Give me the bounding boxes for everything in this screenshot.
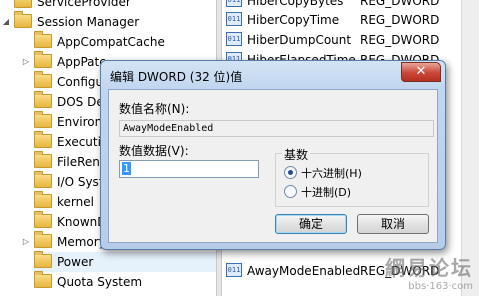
watermark-url: bbs·163·com: [408, 281, 473, 292]
value-name: HiberCopyTime: [247, 13, 340, 27]
tree-expander-icon[interactable]: ◢: [2, 12, 10, 32]
site-watermark: 網易论坛 bbs·163·com: [363, 252, 473, 294]
dword-value-icon: 011: [226, 12, 242, 26]
dword-value-icon: 011: [226, 263, 242, 277]
value-name-field: AwayModeEnabled: [119, 120, 434, 137]
folder-icon: [34, 51, 52, 68]
tree-item[interactable]: ◢ Session Manager: [3, 11, 216, 32]
tree-item-label: Quota System: [57, 275, 143, 289]
value-name: AwayModeEnabled: [247, 264, 361, 278]
folder-icon: [34, 171, 52, 188]
base-groupbox: 基数 十六进制(H) 十进制(D): [275, 146, 429, 207]
tree-item-label: Power: [57, 255, 94, 269]
value-data-input[interactable]: 1: [119, 160, 259, 178]
folder-icon: [34, 31, 52, 48]
folder-icon: [14, 0, 32, 8]
folder-icon: [34, 131, 52, 148]
folder-icon: [34, 151, 52, 168]
value-data-text: 1: [122, 162, 131, 175]
value-name: HiberCopyBytes: [247, 0, 344, 8]
tree-expander-icon[interactable]: ▷: [22, 52, 30, 72]
tree-item-label: AppCompatCache: [57, 35, 165, 49]
tree-item-label: kernel: [57, 195, 94, 209]
tree-expander-icon[interactable]: ▷: [22, 232, 30, 252]
radio-decimal[interactable]: 十进制(D): [284, 185, 351, 201]
tree-item[interactable]: Quota System: [34, 271, 216, 292]
folder-icon: [34, 211, 52, 228]
folder-icon: [34, 71, 52, 88]
cancel-button[interactable]: 取消: [357, 214, 429, 234]
tree-item[interactable]: Power: [34, 251, 216, 272]
radio-decimal-label: 十进制(D): [301, 186, 352, 199]
value-type: REG_DWORD: [360, 13, 440, 27]
folder-icon: [34, 111, 52, 128]
dword-value-icon: 011: [226, 32, 242, 46]
value-data-label: 数值数据(V):: [119, 144, 189, 158]
tree-item-label: AppPatc: [57, 55, 106, 69]
watermark-title: 網易论坛: [385, 256, 473, 280]
value-row[interactable]: 011 HiberCopyTime REG_DWORD: [226, 10, 439, 30]
radio-hex[interactable]: 十六进制(H): [284, 166, 362, 182]
folder-icon: [34, 271, 52, 288]
dialog-title: 编辑 DWORD (32 位)值: [110, 70, 243, 84]
base-label: 基数: [282, 146, 311, 163]
edit-dword-dialog: 编辑 DWORD (32 位)值 ✕ 数值名称(N): AwayModeEnab…: [100, 60, 446, 250]
value-row[interactable]: 011 HiberDumpCount REG_DWORD: [226, 30, 439, 50]
ok-button[interactable]: 确定: [275, 214, 347, 234]
close-button[interactable]: ✕: [401, 62, 441, 82]
value-name: HiberDumpCount: [247, 33, 352, 47]
folder-icon: [34, 191, 52, 208]
radio-hex-indicator[interactable]: [284, 166, 297, 179]
folder-icon: [34, 91, 52, 108]
folder-icon: [14, 11, 32, 28]
dialog-body: 数值名称(N): AwayModeEnabled 数值数据(V): 1 基数 十…: [108, 89, 438, 243]
dword-value-icon: 011: [226, 0, 242, 7]
tree-item-label: Session Manager: [37, 15, 140, 29]
tree-item-label: ServiceProvider: [37, 0, 131, 9]
tree-item-label: Memory: [57, 235, 106, 249]
radio-decimal-indicator[interactable]: [284, 185, 297, 198]
tree-item[interactable]: ServiceProvider: [14, 0, 216, 12]
value-row[interactable]: 011 AwayModeEnabled REG_DWORD: [226, 261, 439, 281]
folder-icon: [34, 251, 52, 268]
tree-item[interactable]: AppCompatCache: [34, 31, 216, 52]
value-name-label: 数值名称(N):: [119, 102, 190, 116]
value-type: REG_DWORD: [360, 33, 440, 47]
radio-hex-label: 十六进制(H): [301, 167, 362, 180]
folder-icon: [34, 231, 52, 248]
